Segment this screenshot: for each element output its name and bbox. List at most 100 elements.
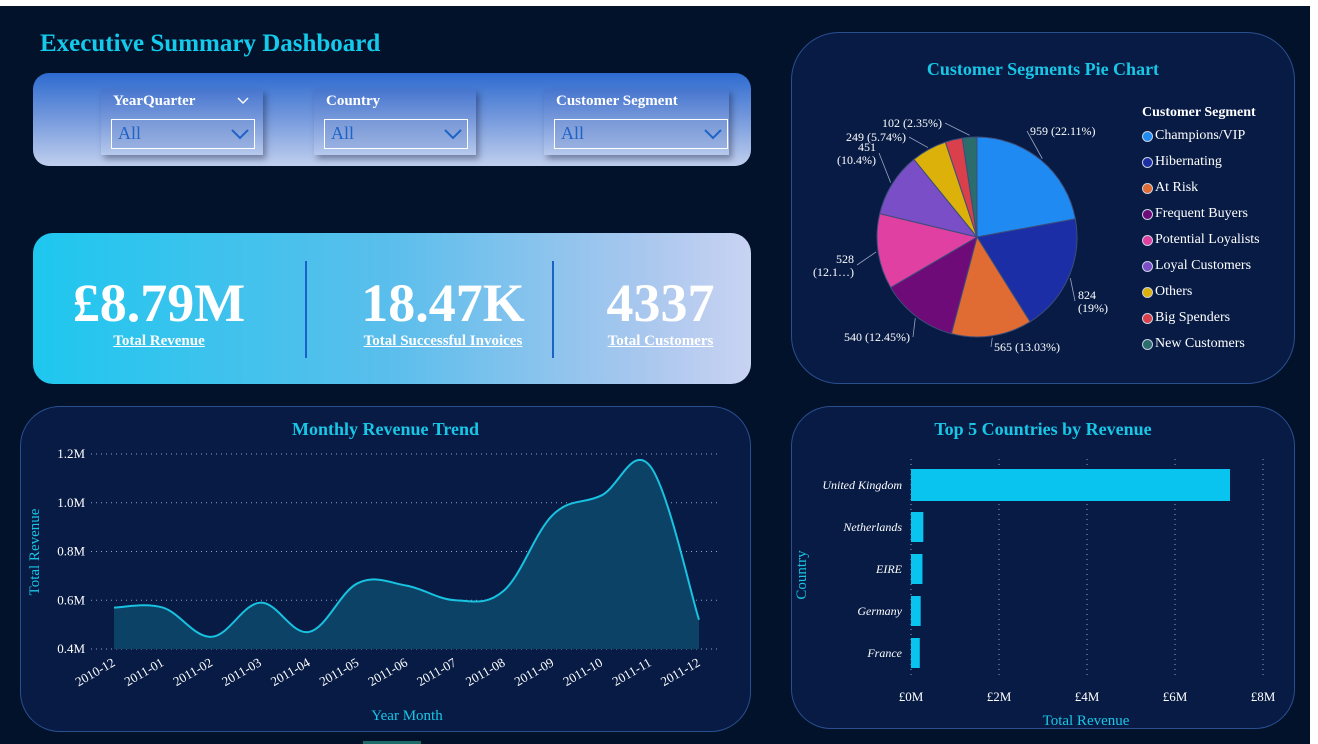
pie-leader-line	[878, 152, 892, 183]
legend-item[interactable]: Others	[1142, 279, 1260, 305]
legend-label: Champions/VIP	[1155, 128, 1246, 143]
x-tick-label: 2011-11	[610, 655, 654, 689]
kpi-divider	[552, 261, 554, 358]
x-tick-label: £4M	[1075, 689, 1100, 704]
pie-data-label: (12.1…)	[813, 265, 854, 279]
legend-label: Others	[1155, 284, 1193, 299]
revenue-trend-panel: Monthly Revenue Trend 0.4M 0.6M 0.8M 1.0M 1.…	[20, 406, 751, 732]
x-tick-label: 2011-06	[365, 654, 410, 689]
pie-chart: 959 (22.11%) 824(19%) 565 (13.03%) 540 (12.…	[813, 116, 1108, 354]
legend-label: Hibernating	[1155, 154, 1222, 169]
y-tick-label: France	[866, 646, 902, 660]
legend-label: Big Spenders	[1155, 310, 1231, 325]
dashboard-canvas: Executive Summary Dashboard YearQuarter …	[0, 6, 1310, 744]
top-countries-panel: Top 5 Countries by Revenue £0M £2M £4M £6M £…	[791, 406, 1295, 729]
pie-data-label: 102 (2.35%)	[882, 116, 942, 130]
y-tick-label: 1.2M	[57, 446, 85, 461]
x-tick-label: £0M	[899, 689, 924, 704]
y-axis-title: Total Revenue	[27, 508, 43, 595]
slicer-label: Country	[326, 93, 381, 109]
filter-bar: YearQuarter All Country All Customer Seg…	[33, 73, 751, 166]
y-tick-label: 0.8M	[57, 544, 85, 559]
x-tick-label: £2M	[987, 689, 1012, 704]
kpi-value: £8.79M	[72, 273, 246, 333]
legend-item[interactable]: Big Spenders	[1142, 305, 1260, 331]
pie-leader-line	[990, 337, 993, 348]
pie-leader-line	[856, 251, 877, 266]
pie-leader-line	[944, 122, 970, 136]
legend-swatch	[1142, 312, 1153, 324]
kpi-caption: Total Customers	[607, 333, 714, 349]
x-tick-label: £6M	[1163, 689, 1188, 704]
kpi-value: 18.47K	[361, 273, 525, 333]
pie-chart-panel: Customer Segments Pie Chart 959 (22.11%)…	[791, 32, 1295, 384]
pie-data-label: 565 (13.03%)	[994, 340, 1060, 354]
y-tick-label: 0.6M	[57, 592, 85, 607]
legend-label: Loyal Customers	[1155, 258, 1252, 273]
x-tick-label: 2011-10	[560, 655, 605, 689]
legend-item[interactable]: At Risk	[1142, 175, 1260, 201]
kpi-caption: Total Revenue	[113, 333, 205, 349]
x-tick-label: 2011-04	[268, 654, 313, 689]
legend-title: Customer Segment	[1142, 105, 1256, 120]
x-tick-label: £8M	[1251, 689, 1276, 704]
chevron-down-icon	[704, 129, 722, 140]
pie-data-label: (10.4%)	[837, 153, 876, 167]
legend-item[interactable]: Potential Loyalists	[1142, 227, 1260, 253]
pie-leader-line	[908, 136, 929, 148]
legend-item[interactable]: Loyal Customers	[1142, 253, 1260, 279]
legend-item[interactable]: New Customers	[1142, 331, 1260, 357]
legend-swatch	[1142, 182, 1153, 194]
bar	[911, 554, 923, 584]
y-tick-label: 0.4M	[57, 641, 85, 656]
bar	[911, 638, 920, 668]
legend-item[interactable]: Hibernating	[1142, 149, 1260, 175]
dropdown-value: All	[118, 123, 142, 143]
x-tick-label: 2010-12	[72, 655, 117, 690]
y-axis-title: Country	[794, 550, 810, 600]
slicer-yearquarter: YearQuarter All	[101, 89, 263, 155]
slicer-label: YearQuarter	[113, 93, 196, 109]
bar	[911, 469, 1230, 501]
dropdown-value: All	[331, 123, 355, 143]
legend-swatch	[1142, 156, 1153, 168]
bar-chart: £0M £2M £4M £6M £8M United Kingdom Netherlands…	[794, 459, 1276, 729]
pie-legend: Customer Segment Champions/VIP Hibernatin…	[1142, 105, 1260, 357]
x-axis-title: Year Month	[371, 708, 443, 724]
x-tick-label: 2011-05	[317, 655, 362, 689]
x-tick-label: 2011-02	[170, 655, 215, 689]
legend-swatch	[1142, 130, 1153, 142]
legend-label: New Customers	[1155, 336, 1245, 351]
pie-data-label: 540 (12.45%)	[844, 330, 910, 344]
x-tick-label: 2011-07	[414, 654, 459, 689]
kpi-total-customers: 4337 Total Customers	[583, 273, 738, 350]
legend-item[interactable]: Frequent Buyers	[1142, 201, 1260, 227]
x-tick-label: 2011-08	[463, 655, 508, 689]
pie-data-label: 528	[836, 252, 854, 266]
y-tick-label: 1.0M	[57, 495, 85, 510]
pie-leader-line	[1069, 278, 1076, 302]
x-tick-label: 2011-09	[512, 655, 557, 689]
legend-swatch	[1142, 286, 1153, 298]
kpi-total-invoices: 18.47K Total Successful Invoices	[333, 273, 553, 350]
chevron-down-icon[interactable]	[237, 97, 249, 104]
chevron-down-icon	[231, 129, 249, 140]
pie-data-label: (19%)	[1078, 301, 1108, 315]
x-tick-label: 2011-01	[122, 655, 167, 689]
y-tick-label: Germany	[857, 604, 902, 618]
pie-data-label: 249 (5.74%)	[846, 130, 906, 144]
bar	[911, 512, 924, 542]
slicer-label: Customer Segment	[556, 93, 678, 109]
legend-item[interactable]: Champions/VIP	[1142, 123, 1260, 149]
pie-data-label: 824	[1078, 288, 1096, 302]
kpi-divider	[305, 261, 307, 358]
country-dropdown[interactable]: All	[324, 119, 468, 149]
customer-segment-dropdown[interactable]: All	[554, 119, 728, 149]
yearquarter-dropdown[interactable]: All	[111, 119, 255, 149]
kpi-caption: Total Successful Invoices	[363, 333, 523, 349]
kpi-value: 4337	[606, 273, 715, 333]
x-axis-title: Total Revenue	[1043, 713, 1130, 729]
x-tick-label: 2011-03	[219, 655, 264, 689]
legend-swatch	[1142, 338, 1153, 350]
dropdown-value: All	[561, 123, 585, 143]
